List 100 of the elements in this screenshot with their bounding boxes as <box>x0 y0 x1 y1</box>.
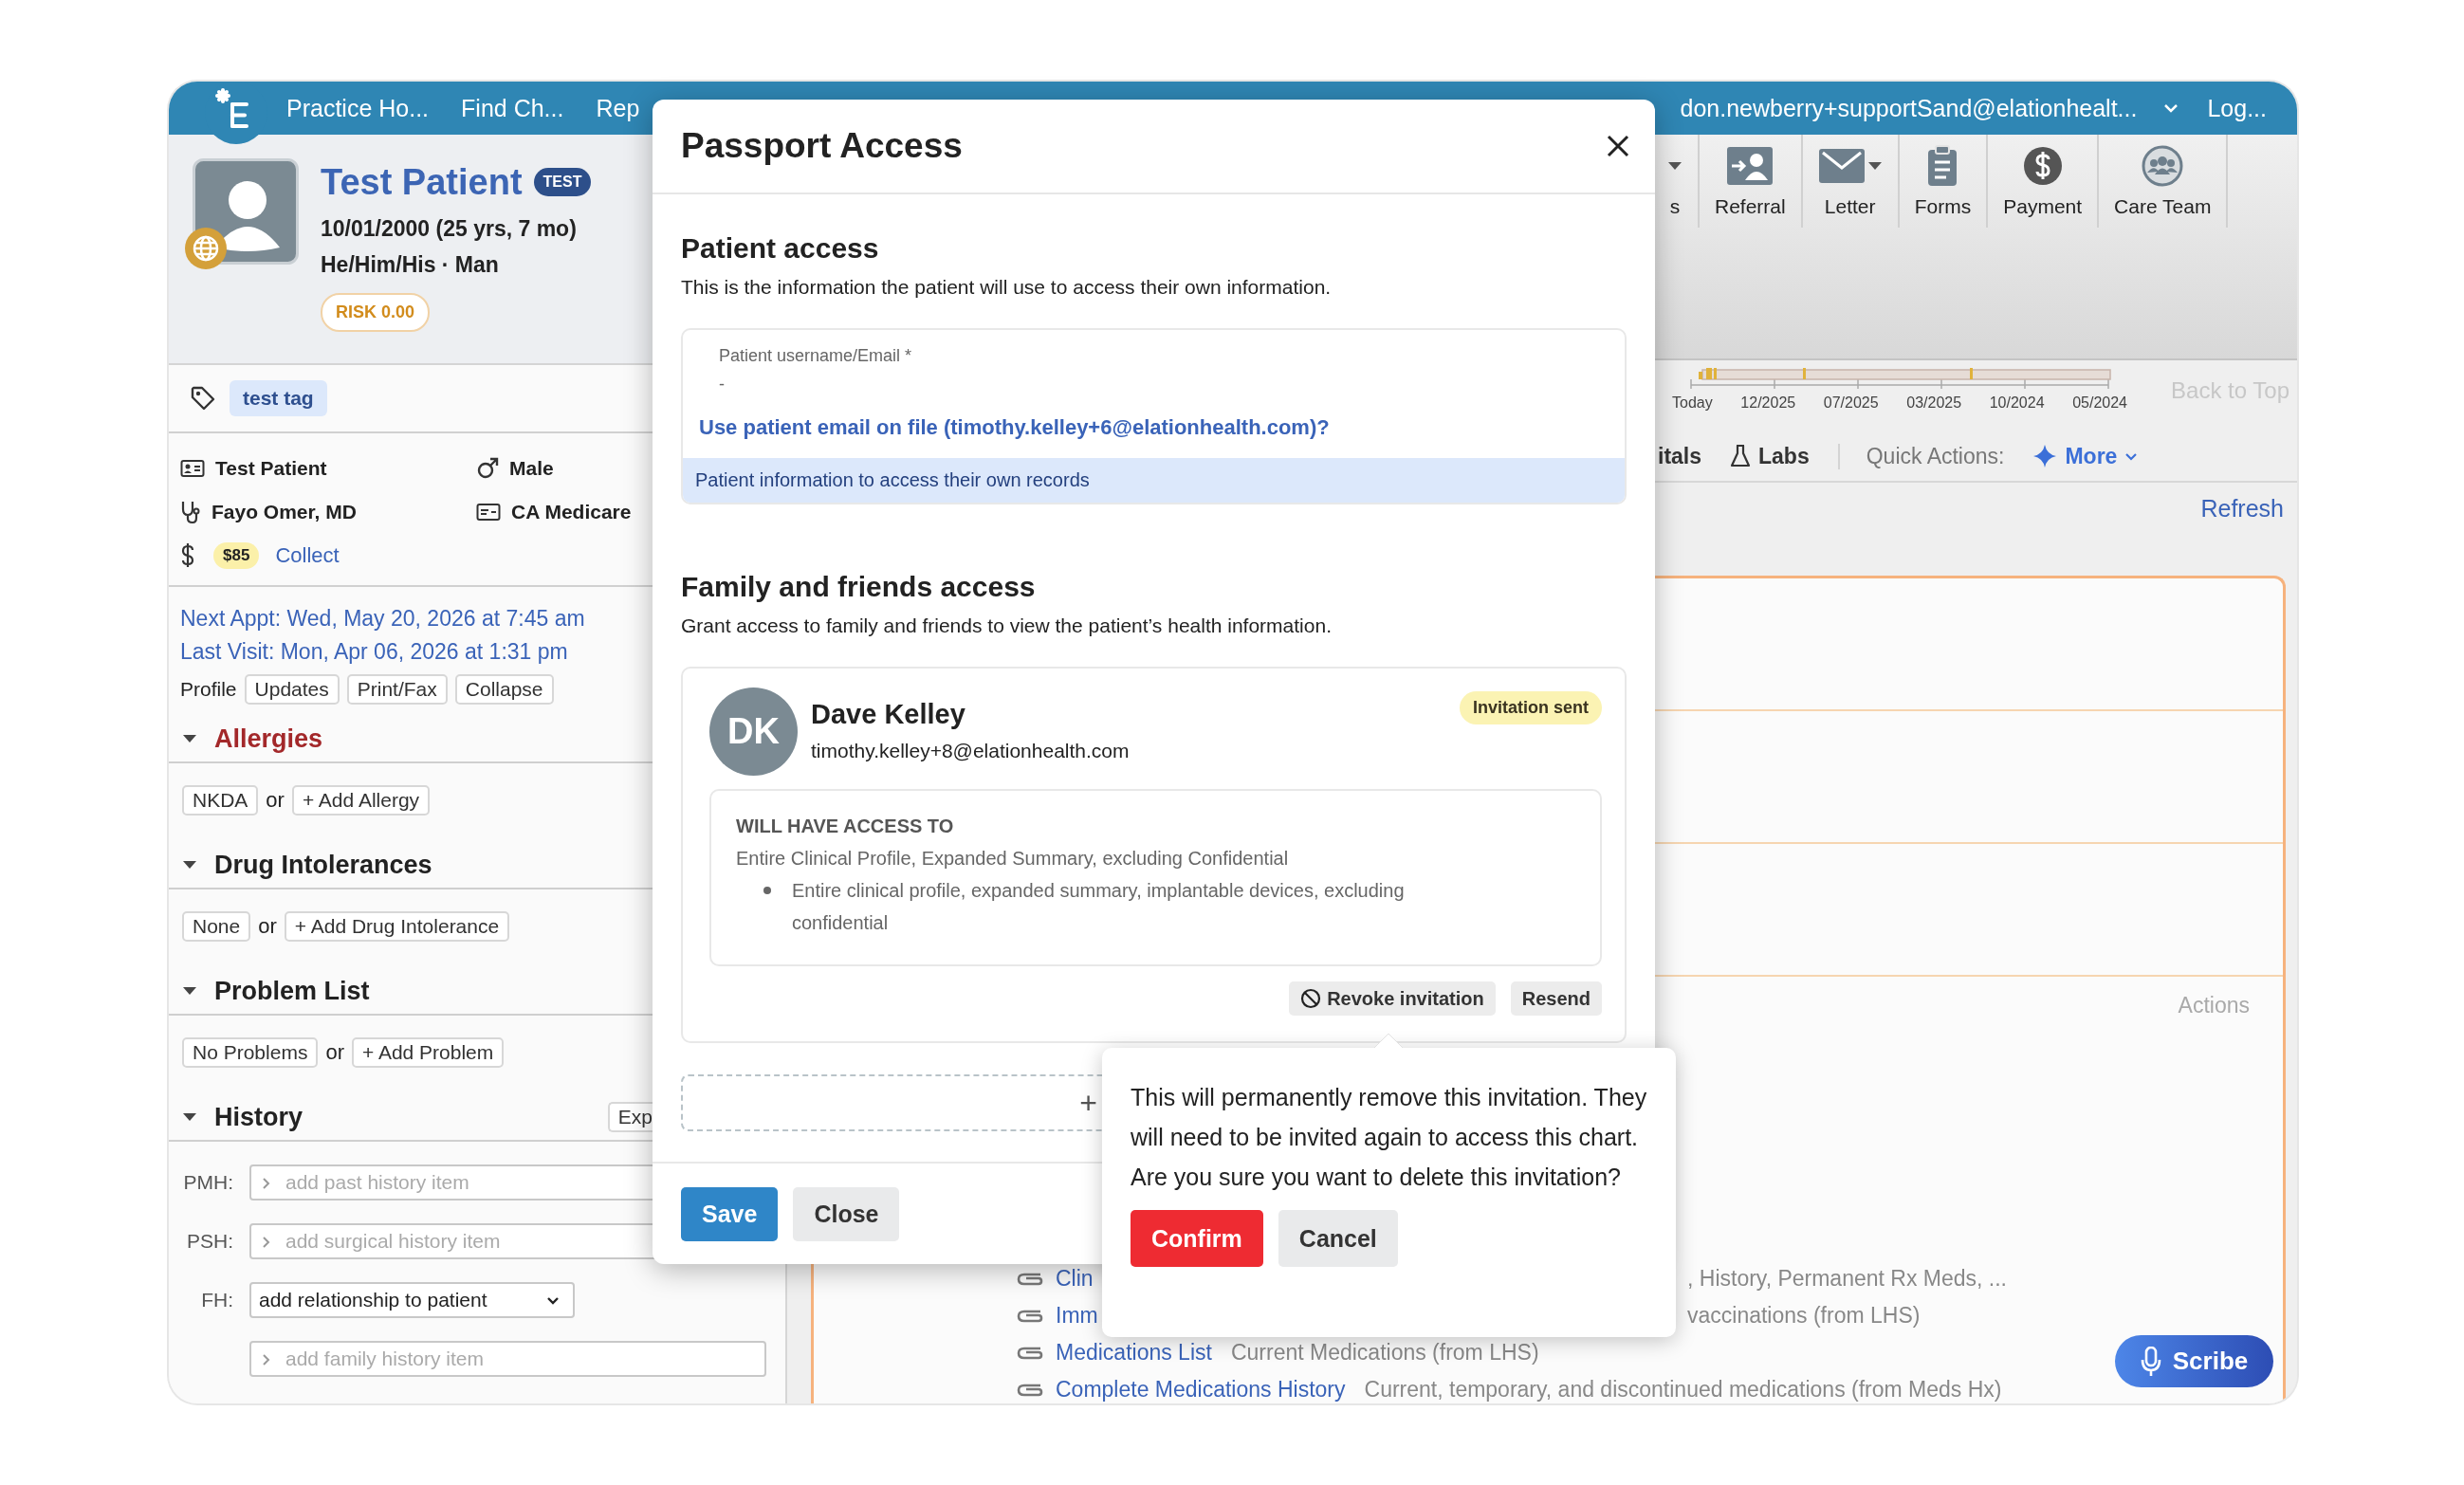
section-option-button[interactable]: + Add Problem <box>351 1037 505 1068</box>
nav-link[interactable]: Find Ch... <box>461 94 564 122</box>
popover-button[interactable]: Confirm <box>1131 1210 1263 1267</box>
dollar-coin-icon <box>2022 146 2063 186</box>
group-icon <box>2142 145 2184 187</box>
dialog-button[interactable]: Close <box>793 1187 900 1241</box>
bullet-icon <box>763 887 771 894</box>
or-label: or <box>258 914 277 939</box>
access-summary: Entire Clinical Profile, Expanded Summary, excluding Confidential <box>736 847 1290 871</box>
globe-icon <box>184 227 228 270</box>
timeline-tick-label: 03/2025 <box>1906 394 1962 412</box>
toolbar-button[interactable]: Payment <box>1988 135 2100 228</box>
history-input-field[interactable]: add family history item <box>249 1341 766 1377</box>
confirm-message: This will permanently remove this invitation. They will need to be invited again to access this chart. Are you sure you want to delete this invitation? <box>1131 1083 1648 1192</box>
access-item-text: Entire clinical profile, expanded summary, implantable devices, excluding confidential <box>792 879 1406 935</box>
close-icon[interactable] <box>1606 134 1630 158</box>
pronouns-gender: He/Him/His · Man <box>321 251 499 279</box>
nav-link[interactable]: Practice Ho... <box>286 94 430 122</box>
flask-icon <box>1730 444 1752 468</box>
profile-button[interactable]: Updates <box>244 674 340 705</box>
toolbar-button[interactable]: Care Team <box>2099 135 2229 228</box>
username-field[interactable]: Patient username/Email * - <box>683 330 912 395</box>
timeline-tick-label: 05/2024 <box>2072 394 2127 412</box>
clipboard-icon <box>1927 145 1958 187</box>
chart-tab[interactable]: Labs <box>1730 443 1810 469</box>
id-card-icon <box>180 459 205 478</box>
or-label: or <box>266 788 285 813</box>
caret-icon <box>1667 161 1683 171</box>
refresh-link[interactable]: Refresh <box>2200 494 2284 522</box>
birth-date: 10/01/2000 (25 yrs, 7 mo) <box>321 215 577 243</box>
timeline-tick-label: 10/2024 <box>1989 394 2045 412</box>
caret-icon <box>1866 161 1883 171</box>
field-label: PMH: <box>183 1171 233 1194</box>
invitee-email: timothy.kelley+8@elationhealth.com <box>811 739 1130 763</box>
avatar-icon <box>193 158 299 265</box>
stethoscope-icon <box>180 500 201 524</box>
more-button[interactable]: More <box>2032 443 2139 469</box>
info-banner: Patient information to access their own records <box>683 458 1625 503</box>
access-heading: WILL HAVE ACCESS TO <box>736 815 955 838</box>
dialog-button[interactable]: Save <box>681 1187 779 1241</box>
profile-button[interactable]: Print/Fax <box>346 674 448 705</box>
invitee-name: Dave Kelley <box>811 698 965 731</box>
chevron-icon <box>261 1236 270 1249</box>
envelope-icon <box>1817 148 1866 184</box>
invitation-action-button[interactable]: Resend <box>1510 981 1602 1016</box>
relationship-select[interactable]: add relationship to patient <box>249 1282 575 1318</box>
triangle-icon[interactable] <box>182 734 197 743</box>
scribe-button[interactable]: Scribe <box>2115 1335 2273 1387</box>
popover-button[interactable]: Cancel <box>1278 1210 1398 1267</box>
summary-description: , History, Permanent Rx Meds, ... <box>1687 1266 2007 1292</box>
sparkle-icon <box>2032 444 2058 468</box>
chevron-icon <box>261 1177 270 1190</box>
balance-amount: $85 <box>213 542 260 569</box>
male-icon <box>476 457 499 480</box>
nav-link[interactable]: Rep <box>596 94 640 122</box>
profile-button[interactable]: Collapse <box>454 674 554 705</box>
actions-header: Actions <box>2178 992 2250 1018</box>
toolbar-button[interactable]: Letter <box>1802 135 1900 228</box>
use-email-link[interactable]: Use patient email on file (timothy.kelley+6@elationhealth.com)? <box>699 413 1330 442</box>
toolbar-button[interactable]: Forms <box>1899 135 1989 228</box>
logout-link[interactable]: Log... <box>2207 82 2267 135</box>
user-email[interactable]: don.newberry+supportSand@elationhealt... <box>1680 82 2138 135</box>
section-description: Grant access to family and friends to view the patient’s health information. <box>681 614 1333 638</box>
summary-description: Current, temporary, and discontinued medications (from Meds Hx) <box>1364 1377 2002 1402</box>
timeline-tick-label: 07/2025 <box>1823 394 1879 412</box>
section-heading: Family and friends access <box>681 570 1037 604</box>
triangle-icon[interactable] <box>182 986 197 996</box>
expand-button[interactable]: Exp <box>607 1102 653 1132</box>
collect-link[interactable]: Collect <box>275 543 340 568</box>
patient-name: Test Patient <box>321 161 523 203</box>
summary-description: Current Medications (from LHS) <box>1230 1340 1539 1366</box>
profile-label: Profile <box>180 678 237 701</box>
summary-description: vaccinations (from LHS) <box>1687 1303 1921 1329</box>
section-option-button[interactable]: + Add Allergy <box>291 785 431 816</box>
test-badge: TEST <box>533 168 592 196</box>
chart-tab[interactable]: itals <box>1658 443 1702 469</box>
triangle-icon[interactable] <box>182 1112 197 1122</box>
section-option-button[interactable]: None <box>182 911 251 942</box>
chevron-icon <box>2124 451 2139 461</box>
section-option-button[interactable]: No Problems <box>182 1037 319 1068</box>
caret-icon[interactable] <box>2163 103 2179 113</box>
summary-link[interactable]: Complete Medications History <box>1056 1377 1346 1402</box>
invitation-action-button[interactable]: Revoke invitation <box>1289 981 1496 1016</box>
section-option-button[interactable]: NKDA <box>182 785 259 816</box>
tag-icon <box>190 385 216 412</box>
toolbar-button[interactable]: Referral <box>1700 135 1803 228</box>
triangle-icon[interactable] <box>182 860 197 870</box>
insurance-card-icon <box>476 503 501 522</box>
modal-title: Passport Access <box>681 126 963 166</box>
caret-icon <box>546 1295 560 1305</box>
quick-actions-label: Quick Actions: <box>1837 443 2005 469</box>
field-label: FH: <box>201 1289 233 1311</box>
section-option-button[interactable]: + Add Drug Intolerance <box>284 911 510 942</box>
patient-detail: CA Medicare <box>511 501 632 523</box>
tag-label[interactable]: test tag <box>230 380 327 416</box>
patient-detail: Fayo Omer, MD <box>211 501 357 523</box>
dollar-icon <box>180 542 195 569</box>
patient-detail: Male <box>509 457 554 480</box>
summary-link[interactable]: Medications List <box>1056 1340 1212 1366</box>
section-title: Allergies <box>214 724 323 754</box>
